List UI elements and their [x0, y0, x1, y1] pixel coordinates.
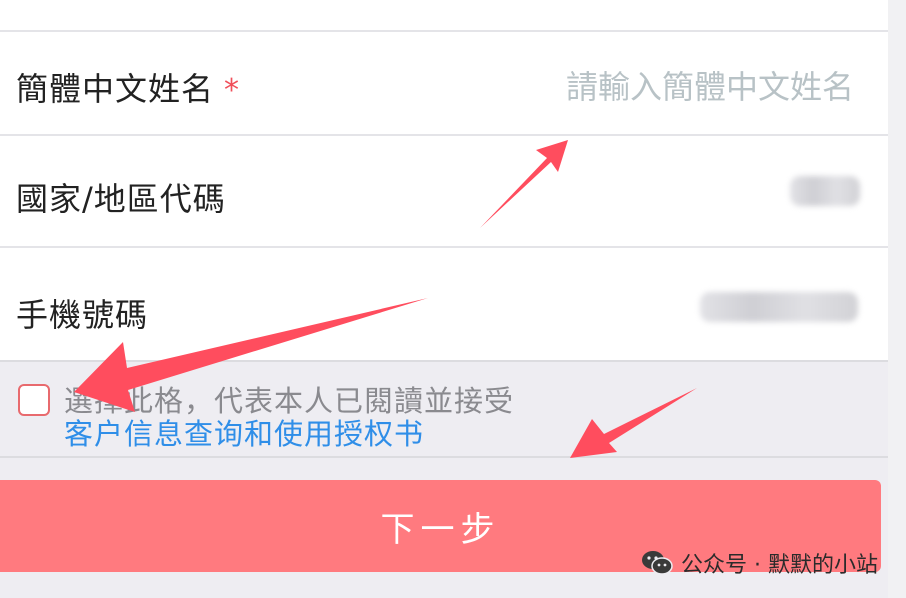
agreement-divider: [0, 456, 888, 458]
phone-value-blurred: [700, 292, 858, 322]
right-edge-strip: [888, 0, 906, 598]
watermark: 公众号 · 默默的小站: [641, 548, 878, 578]
chinese-name-input[interactable]: [522, 62, 856, 112]
agreement-checkbox[interactable]: [18, 384, 50, 416]
name-label: 簡體中文姓名 *: [16, 64, 240, 110]
phone-divider: [0, 360, 888, 362]
wechat-icon: [642, 551, 673, 575]
region-value-blurred: [790, 176, 860, 206]
phone-label: 手機號碼: [16, 296, 149, 334]
watermark-text: 公众号 · 默默的小站: [681, 553, 878, 578]
region-row[interactable]: 國家/地區代碼: [0, 136, 888, 246]
authorization-link[interactable]: 客户信息查询和使用授权书: [64, 411, 424, 453]
required-marker: *: [224, 73, 241, 108]
phone-row[interactable]: 手機號碼: [0, 248, 888, 360]
name-label-text: 簡體中文姓名: [16, 70, 215, 108]
region-label: 國家/地區代碼: [16, 180, 226, 218]
